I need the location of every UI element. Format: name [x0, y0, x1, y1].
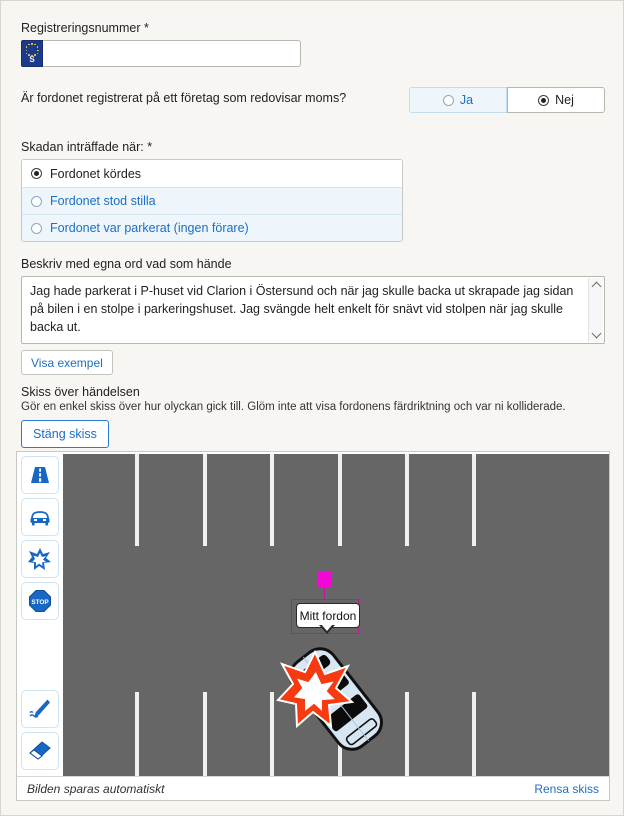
description-textarea[interactable]: Jag hade parkerat i P-huset vid Clarion … — [21, 276, 605, 344]
description-text: Jag hade parkerat i P-huset vid Clarion … — [30, 284, 574, 334]
incident-timing-field: Skadan inträffade när: * Fordonet kördes… — [21, 140, 605, 242]
vat-toggle-group: Ja Nej — [409, 87, 605, 113]
incident-option-list: Fordonet kördes Fordonet stod stilla For… — [21, 159, 403, 242]
registration-number-label: Registreringsnummer * — [21, 21, 149, 35]
description-field: Beskriv med egna ord vad som hände Jag h… — [21, 257, 605, 375]
pen-icon[interactable] — [21, 690, 59, 728]
incident-option-parked[interactable]: Fordonet var parkerat (ingen förare) — [22, 214, 402, 241]
road-icon[interactable] — [21, 456, 59, 494]
description-scrollbar[interactable] — [588, 278, 603, 342]
vat-option-ja[interactable]: Ja — [409, 87, 507, 113]
incident-option-parked-label: Fordonet var parkerat (ingen förare) — [50, 221, 249, 235]
parking-line — [472, 692, 476, 776]
eu-stars-icon: S — [21, 40, 43, 67]
collision-icon[interactable] — [21, 540, 59, 578]
toggle-sketch-button[interactable]: Stäng skiss — [21, 420, 109, 448]
parking-line — [135, 454, 139, 546]
description-label: Beskriv med egna ord vad som hände — [21, 257, 232, 271]
sketch-canvas-panel: Mitt fordon STOP Bilden sparas automatis… — [16, 451, 610, 801]
radio-icon — [31, 168, 42, 179]
vehicle-label-text: Mitt fordon — [299, 608, 357, 623]
vat-option-nej[interactable]: Nej — [507, 87, 605, 113]
parking-line — [338, 454, 342, 546]
show-example-button[interactable]: Visa exempel — [21, 350, 113, 375]
incident-option-driving[interactable]: Fordonet kördes — [22, 160, 402, 187]
radio-icon — [538, 94, 550, 106]
bubble-tail-fill — [321, 624, 333, 631]
parking-line — [135, 692, 139, 776]
incident-option-standing[interactable]: Fordonet stod stilla — [22, 187, 402, 214]
clear-sketch-link[interactable]: Rensa skiss — [534, 782, 599, 796]
rotation-handle[interactable] — [317, 572, 332, 587]
sketch-toolbar-bottom — [21, 690, 61, 774]
registration-number-input[interactable] — [43, 40, 301, 67]
radio-icon — [31, 222, 42, 234]
chevron-up-icon[interactable] — [592, 281, 601, 290]
sketch-canvas-footer: Bilden sparas automatiskt Rensa skiss — [17, 776, 609, 800]
form-page: Registreringsnummer * S Är fordonet regi… — [0, 0, 624, 816]
eraser-icon[interactable] — [21, 732, 59, 770]
autosave-note: Bilden sparas automatiskt — [27, 781, 165, 796]
incident-option-driving-label: Fordonet kördes — [50, 166, 142, 181]
vat-option-ja-label: Ja — [459, 93, 474, 107]
eu-star-ring — [25, 43, 39, 57]
incident-timing-label: Skadan inträffade när: * — [21, 140, 153, 154]
vat-question-label: Är fordonet registrerat på ett företag s… — [21, 91, 347, 105]
registration-input-group: S — [21, 40, 301, 67]
stop-sign-icon[interactable]: STOP — [21, 582, 59, 620]
parking-line — [405, 454, 409, 546]
parking-line — [203, 454, 207, 546]
vat-option-nej-label: Nej — [555, 93, 574, 107]
sketch-header: Skiss över händelsen Gör en enkel skiss … — [21, 385, 605, 448]
parking-line — [203, 692, 207, 776]
svg-text:STOP: STOP — [31, 599, 49, 606]
car-icon[interactable] — [21, 498, 59, 536]
incident-option-standing-label: Fordonet stod stilla — [50, 194, 156, 208]
parking-line — [405, 692, 409, 776]
handle-connector — [324, 587, 325, 599]
sketch-title: Skiss över händelsen — [21, 385, 140, 399]
sketch-canvas[interactable]: Mitt fordon — [63, 454, 609, 776]
chevron-down-icon[interactable] — [592, 330, 601, 339]
vat-question-row: Är fordonet registrerat på ett företag s… — [21, 87, 605, 113]
parking-line — [270, 454, 274, 546]
country-code-label: S — [29, 55, 35, 64]
sketch-toolbar-top: STOP — [21, 456, 61, 624]
sketch-collision-object[interactable] — [276, 650, 354, 728]
registration-number-field: Registreringsnummer * S — [21, 21, 605, 67]
sketch-subtitle: Gör en enkel skiss över hur olyckan gick… — [21, 401, 566, 413]
radio-icon — [442, 94, 454, 106]
radio-icon — [31, 195, 42, 207]
parking-line — [472, 454, 476, 546]
